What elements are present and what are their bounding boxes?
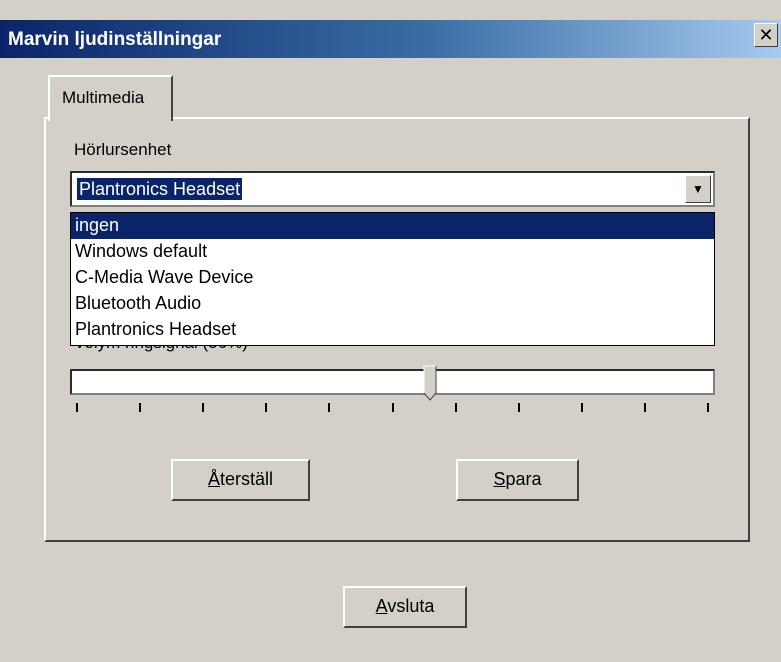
headset-selected-value: Plantronics Headset (77, 178, 243, 200)
dropdown-button[interactable]: ▼ (685, 175, 711, 203)
slider-tick (76, 403, 78, 412)
option-plantronics-headset[interactable]: Plantronics Headset (71, 317, 714, 343)
settings-dialog: Marvin ljudinställningar ✕ Multimedia Hö… (0, 0, 781, 662)
slider-tick (328, 403, 331, 412)
slider-tick (707, 403, 709, 412)
headset-label: Hörlursenhet (74, 140, 172, 159)
slider-tick (391, 403, 394, 412)
save-accel: S (493, 469, 506, 489)
option-ingen[interactable]: ingen (71, 213, 714, 239)
reset-accel: Å (207, 469, 220, 489)
slider-tick (643, 403, 646, 412)
slider-ticks (70, 403, 715, 415)
save-button[interactable]: Spara (456, 459, 579, 501)
window-title: Marvin ljudinställningar (8, 29, 222, 50)
volume-slider[interactable] (70, 369, 715, 395)
tab-multimedia[interactable]: Multimedia (48, 75, 173, 121)
exit-label: vsluta (387, 596, 435, 616)
slider-tick (517, 403, 520, 412)
slider-tick (265, 403, 268, 412)
reset-label: terställ (220, 469, 274, 489)
slider-tick (580, 403, 583, 412)
reset-button[interactable]: Återställ (171, 459, 310, 501)
close-button[interactable]: ✕ (754, 23, 778, 47)
exit-accel: A (375, 596, 388, 616)
option-cmedia-wave-device[interactable]: C-Media Wave Device (71, 265, 714, 291)
slider-tick (454, 403, 457, 412)
close-icon: ✕ (758, 25, 774, 45)
option-bluetooth-audio[interactable]: Bluetooth Audio (71, 291, 714, 317)
title-bar[interactable]: Marvin ljudinställningar ✕ (0, 20, 781, 58)
slider-thumb[interactable] (423, 365, 437, 401)
tab-label: Multimedia (62, 88, 145, 107)
slider-tick (202, 403, 205, 412)
chevron-down-icon: ▼ (692, 182, 704, 196)
headset-select[interactable]: Plantronics Headset ▼ (70, 171, 715, 207)
save-label: para (505, 469, 542, 489)
slider-tick (139, 403, 142, 412)
option-windows-default[interactable]: Windows default (71, 239, 714, 265)
headset-options-list[interactable]: ingen Windows default C-Media Wave Devic… (70, 212, 715, 346)
exit-button[interactable]: Avsluta (343, 586, 467, 628)
